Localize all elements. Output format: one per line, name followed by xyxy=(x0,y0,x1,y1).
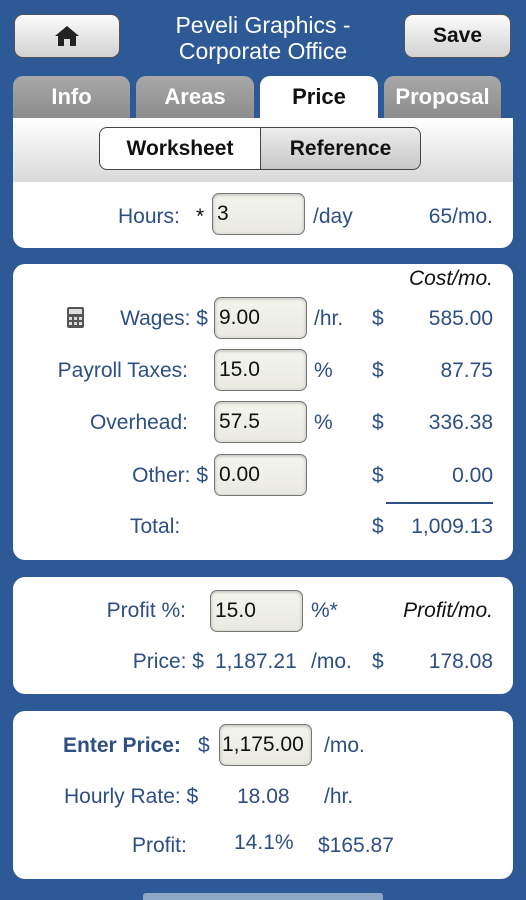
final-profit-label: Profit: xyxy=(132,834,187,857)
hours-label: Hours: xyxy=(118,205,180,228)
scroll-indicator xyxy=(143,893,383,900)
hourly-rate-label: Hourly Rate: $ xyxy=(64,785,199,808)
overhead-label: Overhead: xyxy=(89,411,188,434)
final-profit-percent: 14.1% xyxy=(234,831,294,854)
hours-input[interactable] xyxy=(212,193,305,235)
save-button[interactable]: Save xyxy=(404,14,511,58)
total-divider xyxy=(386,502,493,504)
enter-price-currency: $ xyxy=(198,734,210,757)
other-label: Other: $ xyxy=(132,464,208,487)
tab-price[interactable]: Price xyxy=(260,76,378,118)
required-mark: * xyxy=(196,205,205,228)
price-label: Price: $ xyxy=(132,650,204,673)
overhead-amount: 336.38 xyxy=(428,411,493,434)
wages-label: Wages: $ xyxy=(120,307,208,330)
overhead-currency: $ xyxy=(372,411,384,434)
final-profit-amount: $165.87 xyxy=(318,834,394,857)
enter-price-unit: /mo. xyxy=(324,734,365,757)
total-amount: 1,009.13 xyxy=(411,515,493,538)
profit-amount: 178.08 xyxy=(428,650,493,673)
payroll-taxes-input[interactable] xyxy=(214,349,307,391)
overhead-input[interactable] xyxy=(214,401,307,443)
wages-amount: 585.00 xyxy=(428,307,493,330)
overhead-unit: % xyxy=(314,411,333,434)
hours-monthly: 65/mo. xyxy=(428,205,493,228)
enter-price-input[interactable] xyxy=(219,724,312,766)
price-value: 1,187.21 xyxy=(215,650,297,673)
enter-price-label: Enter Price: xyxy=(63,734,181,757)
payroll-taxes-amount: 87.75 xyxy=(440,359,493,382)
tab-info[interactable]: Info xyxy=(13,76,130,118)
other-amount: 0.00 xyxy=(452,464,493,487)
profit-percent-input[interactable] xyxy=(210,590,303,632)
total-currency: $ xyxy=(372,515,384,538)
wages-unit: /hr. xyxy=(314,307,344,330)
other-currency: $ xyxy=(372,464,384,487)
page-title: Peveli Graphics - Corporate Office xyxy=(130,12,396,64)
price-unit: /mo. xyxy=(311,650,352,673)
payroll-taxes-label: Payroll Taxes: xyxy=(57,359,188,382)
calculator-icon[interactable] xyxy=(67,307,84,328)
payroll-taxes-currency: $ xyxy=(372,359,384,382)
hours-unit: /day xyxy=(313,205,353,228)
home-button[interactable] xyxy=(14,14,120,58)
profit-percent-label: Profit %: xyxy=(106,599,186,622)
hourly-rate-value: 18.08 xyxy=(237,785,290,808)
segment-worksheet[interactable]: Worksheet xyxy=(99,127,261,170)
profit-header: Profit/mo. xyxy=(403,599,493,622)
home-icon xyxy=(55,26,79,46)
wages-input[interactable] xyxy=(214,297,307,339)
segment-reference[interactable]: Reference xyxy=(260,127,421,170)
hourly-rate-unit: /hr. xyxy=(324,785,354,808)
wages-currency: $ xyxy=(372,307,384,330)
payroll-taxes-unit: % xyxy=(314,359,333,382)
title-line-1: Peveli Graphics - xyxy=(175,12,351,38)
tab-proposal[interactable]: Proposal xyxy=(384,76,501,118)
profit-currency: $ xyxy=(372,650,384,673)
total-label: Total: xyxy=(130,515,181,538)
tab-areas[interactable]: Areas xyxy=(136,76,254,118)
title-line-2: Corporate Office xyxy=(178,38,348,64)
other-input[interactable] xyxy=(214,454,307,496)
cost-header: Cost/mo. xyxy=(408,267,493,290)
profit-percent-unit: %* xyxy=(311,599,338,622)
